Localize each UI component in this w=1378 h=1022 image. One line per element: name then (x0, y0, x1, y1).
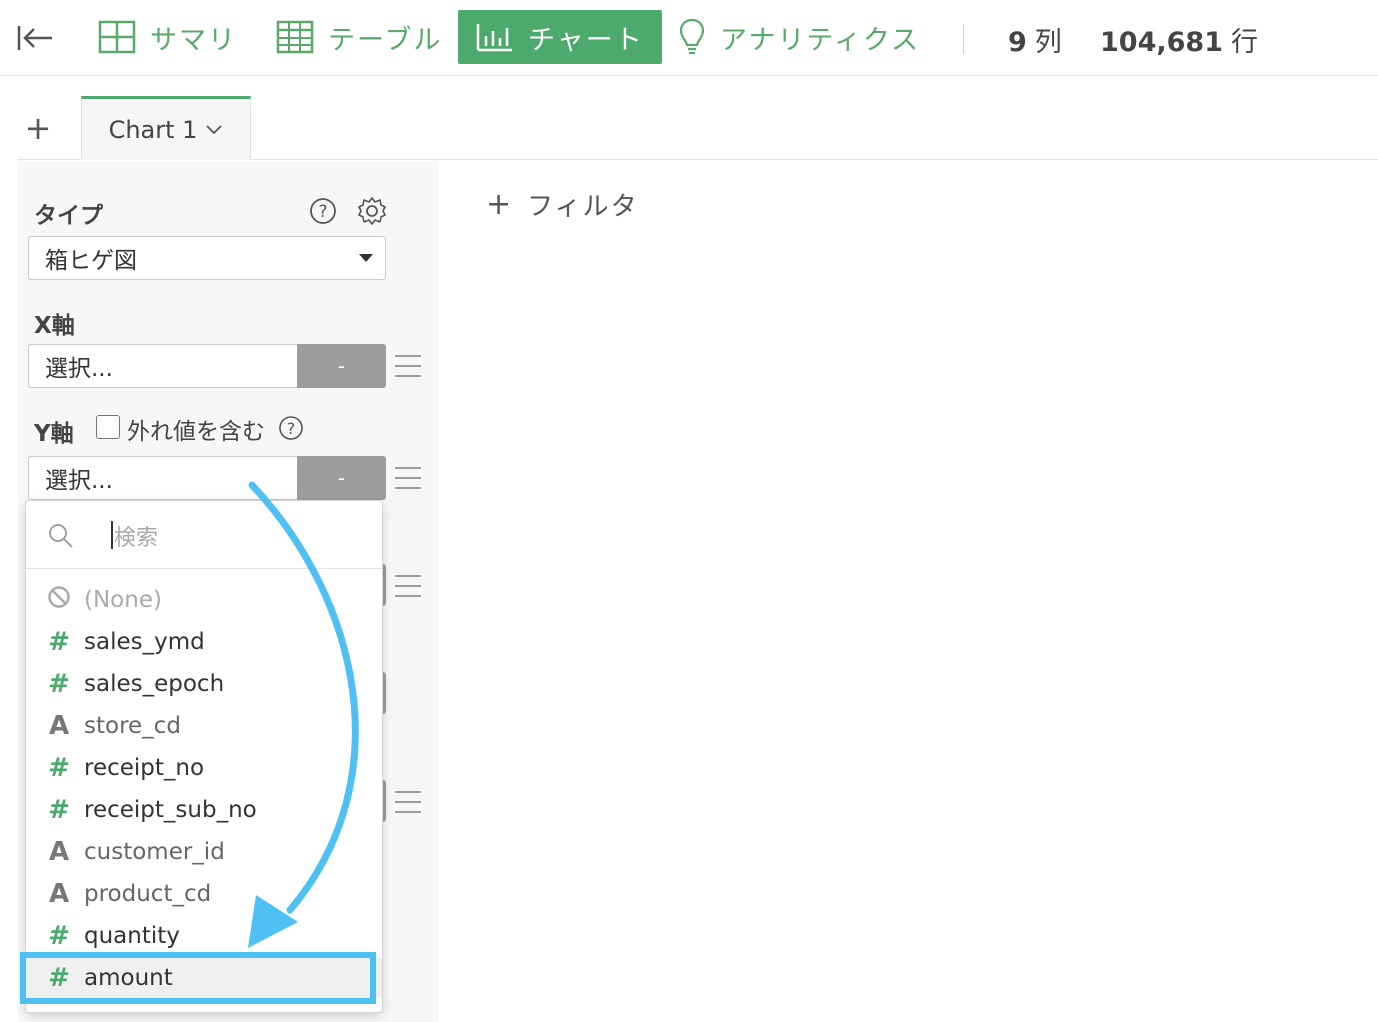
x-axis-select[interactable]: 選択... (28, 344, 298, 388)
column-count-value: 9 (1008, 27, 1027, 58)
lightbulb-icon (679, 18, 705, 55)
dropdown-option[interactable]: Aproduct_cd (46, 874, 211, 914)
chart-type-value: 箱ヒゲ図 (45, 248, 137, 274)
number-type-icon: # (48, 795, 70, 825)
table-icon (276, 20, 314, 54)
number-type-icon: # (48, 627, 70, 657)
string-type-icon: A (48, 879, 70, 909)
filter-label: フィルタ (527, 192, 639, 222)
number-type-icon: # (48, 753, 70, 783)
nav-tab-summary-label: サマリ (150, 24, 237, 56)
row-count-value: 104,681 (1100, 27, 1223, 58)
column-count-unit: 列 (1034, 27, 1062, 58)
chart-tab-label: Chart 1 (108, 115, 198, 144)
toolbar-divider (963, 24, 964, 54)
chevron-down-icon[interactable] (205, 124, 223, 136)
none-icon (46, 585, 72, 616)
gear-icon[interactable] (357, 196, 387, 226)
y-axis-value: 選択... (45, 468, 113, 494)
x-axis-label: X軸 (34, 313, 75, 339)
include-outliers-label: 外れ値を含む (127, 419, 265, 445)
x-axis-value: 選択... (45, 356, 113, 382)
number-type-icon: # (48, 921, 70, 951)
string-type-icon: A (48, 837, 70, 867)
dropdown-option[interactable]: (None) (46, 580, 162, 620)
nav-tab-table-label: テーブル (328, 24, 443, 56)
bar-chart-icon (476, 24, 512, 52)
text-cursor (111, 521, 113, 549)
add-filter-button[interactable]: + フィルタ (486, 186, 639, 223)
top-toolbar: サマリ テーブル チャート アナリティクス 9 列 104,681 行 (0, 0, 1378, 76)
dropdown-option[interactable]: # receipt_sub_no (46, 790, 257, 830)
dropdown-option-label: receipt_no (84, 755, 205, 781)
column-dropdown: 検索 (None) # sales_ymd # sales_epoch Astore_cd… (25, 500, 383, 1013)
help-icon[interactable]: ? (309, 197, 337, 225)
nav-tab-chart-label: チャート (528, 24, 644, 56)
dropdown-option-label: customer_id (84, 839, 225, 865)
dropdown-option[interactable]: # sales_epoch (46, 664, 224, 704)
dropdown-option-label: store_cd (84, 713, 181, 739)
add-chart-button[interactable]: + (18, 112, 58, 148)
dropdown-option[interactable]: Acustomer_id (46, 832, 225, 872)
summary-grid-icon (98, 20, 136, 54)
dropdown-option[interactable]: # sales_ymd (46, 622, 205, 662)
column-count: 9列 (1008, 20, 1062, 59)
y-axis-select[interactable]: 選択... (28, 456, 298, 500)
collapse-panel-icon[interactable] (14, 18, 58, 58)
y-axis-aggregate-button[interactable]: - (297, 456, 386, 500)
row-count-unit: 行 (1230, 27, 1258, 58)
nav-tab-summary[interactable]: サマリ (98, 10, 237, 64)
hidden-field-menu-icon[interactable] (395, 791, 421, 813)
plus-icon: + (486, 187, 514, 222)
highlight-box (20, 952, 376, 1004)
dropdown-search[interactable]: 検索 (26, 501, 382, 569)
dropdown-option[interactable]: # receipt_no (46, 748, 204, 788)
dropdown-option[interactable]: # quantity (46, 916, 180, 956)
nav-tab-analytics[interactable]: アナリティクス (678, 10, 920, 64)
caret-down-icon (359, 254, 373, 262)
dropdown-option-label: receipt_sub_no (84, 797, 257, 823)
include-outliers-checkbox[interactable] (96, 415, 120, 439)
nav-tab-table[interactable]: テーブル (276, 10, 442, 64)
dropdown-option-label: (None) (84, 587, 162, 613)
x-axis-aggregate-button[interactable]: - (297, 344, 386, 388)
chart-type-select[interactable]: 箱ヒゲ図 (28, 236, 386, 280)
dropdown-option-label: quantity (84, 923, 180, 949)
string-type-icon: A (48, 711, 70, 741)
svg-text:?: ? (318, 202, 327, 222)
x-axis-menu-icon[interactable] (395, 355, 421, 377)
outlier-help-icon[interactable]: ? (278, 415, 304, 441)
y-axis-menu-icon[interactable] (395, 467, 421, 489)
svg-text:?: ? (287, 419, 296, 438)
type-label: タイプ (34, 203, 103, 229)
search-icon (49, 524, 73, 548)
search-input[interactable]: 検索 (114, 520, 158, 552)
number-type-icon: # (48, 669, 70, 699)
hidden-field-menu-icon[interactable] (395, 575, 421, 597)
nav-tab-chart[interactable]: チャート (458, 10, 662, 64)
row-count: 104,681 行 (1100, 20, 1258, 59)
dropdown-option-label: sales_epoch (84, 671, 225, 697)
dropdown-option-label: product_cd (84, 881, 212, 907)
chart-tab[interactable]: Chart 1 (81, 96, 251, 160)
dropdown-option[interactable]: Astore_cd (46, 706, 181, 746)
dropdown-option-label: sales_ymd (84, 629, 205, 655)
nav-tab-analytics-label: アナリティクス (720, 24, 921, 56)
y-axis-label: Y軸 (34, 421, 74, 447)
